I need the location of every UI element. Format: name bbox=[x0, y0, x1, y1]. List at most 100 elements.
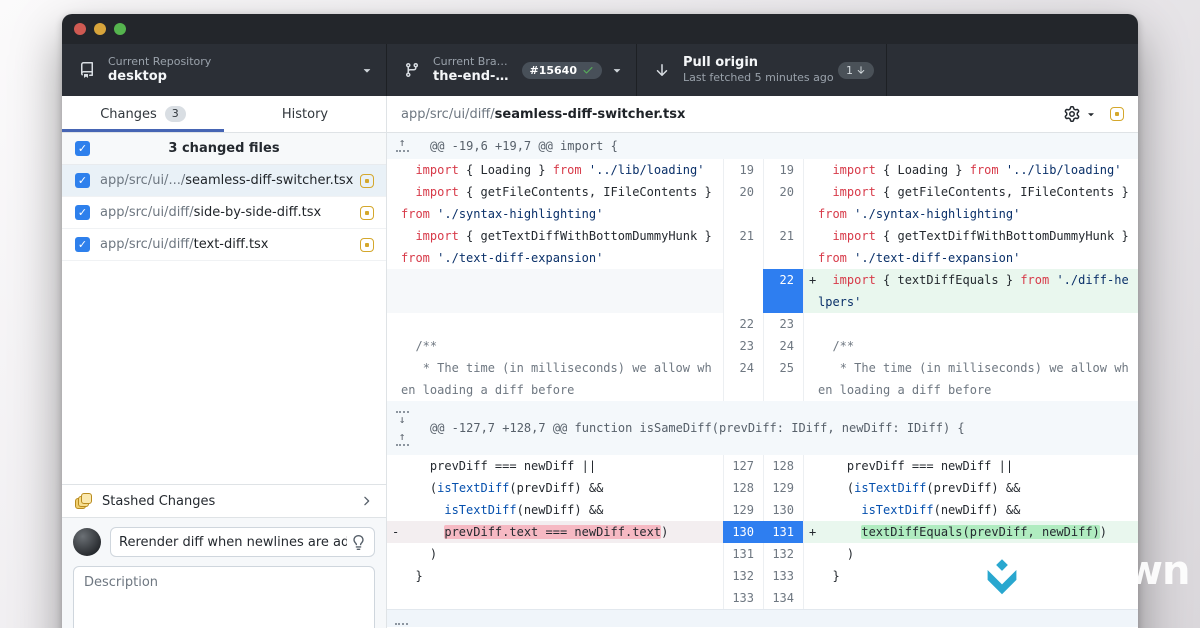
tab-changes[interactable]: Changes 3 bbox=[62, 96, 224, 132]
line-number-old[interactable]: 129 bbox=[723, 499, 763, 521]
pull-origin-button[interactable]: Pull origin Last fetched 5 minutes ago 1 bbox=[637, 44, 887, 96]
diff-marker-right bbox=[804, 159, 818, 181]
tab-history[interactable]: History bbox=[224, 96, 386, 132]
diff-row: import { getFileContents, IFileContents … bbox=[387, 181, 1138, 225]
minimize-window-button[interactable] bbox=[94, 23, 106, 35]
arrow-up-icon: ↑ bbox=[399, 138, 406, 148]
diff-marker-left bbox=[387, 159, 401, 181]
diff-line-left: ) bbox=[387, 543, 723, 565]
current-repository-button[interactable]: Current Repository desktop bbox=[62, 44, 387, 96]
file-name: text-diff.tsx bbox=[194, 237, 269, 252]
maximize-window-button[interactable] bbox=[114, 23, 126, 35]
line-number-new[interactable]: 24 bbox=[763, 335, 803, 357]
file-row[interactable]: ✓ app/src/ui/diff/side-by-side-diff.tsx bbox=[62, 197, 386, 229]
repo-icon bbox=[79, 62, 95, 78]
titlebar bbox=[62, 14, 1138, 44]
diff-expander-row[interactable] bbox=[387, 609, 1138, 627]
line-number-old[interactable]: 127 bbox=[723, 455, 763, 477]
file-path-prefix: app/src/ui/.../ bbox=[100, 173, 185, 188]
diff-row: import { getTextDiffWithBottomDummyHunk … bbox=[387, 225, 1138, 269]
diff-line-right: * The time (in milliseconds) we allow wh… bbox=[803, 357, 1138, 401]
expand-up-button[interactable]: ↑ bbox=[396, 432, 409, 448]
code-text bbox=[401, 269, 717, 313]
line-number-old[interactable]: 128 bbox=[723, 477, 763, 499]
diff-options-button[interactable] bbox=[1064, 106, 1097, 122]
code-text: prevDiff.text === newDiff.text) bbox=[401, 521, 717, 543]
code-text: /** bbox=[818, 335, 1134, 357]
file-checkbox[interactable]: ✓ bbox=[75, 173, 90, 188]
branch-name: the-end-of… bbox=[433, 69, 514, 85]
code-text: import { getTextDiffWithBottomDummyHunk … bbox=[818, 225, 1134, 269]
diff-marker-right bbox=[804, 225, 818, 269]
line-number-old[interactable]: 19 bbox=[723, 159, 763, 181]
close-window-button[interactable] bbox=[74, 23, 86, 35]
line-number-old[interactable]: 131 bbox=[723, 543, 763, 565]
diff-line-right: isTextDiff(newDiff) && bbox=[803, 499, 1138, 521]
line-number-old[interactable]: 22 bbox=[723, 313, 763, 335]
diff-marker-right: + bbox=[804, 269, 818, 313]
diff-marker-right bbox=[804, 335, 818, 357]
line-number-old[interactable]: 21 bbox=[723, 225, 763, 269]
line-number-new[interactable]: 132 bbox=[763, 543, 803, 565]
line-number-old[interactable]: 24 bbox=[723, 357, 763, 401]
modified-file-icon bbox=[360, 238, 374, 252]
code-text: ) bbox=[818, 543, 1134, 565]
diff-row: prevDiff === newDiff ||127128 prevDiff =… bbox=[387, 455, 1138, 477]
line-number-new[interactable]: 130 bbox=[763, 499, 803, 521]
file-row[interactable]: ✓ app/src/ui/.../seamless-diff-switcher.t… bbox=[62, 165, 386, 197]
sidebar-spacer bbox=[62, 261, 386, 484]
line-number-new[interactable]: 128 bbox=[763, 455, 803, 477]
diff-line-right bbox=[803, 313, 1138, 335]
commit-description-input[interactable] bbox=[73, 566, 375, 628]
line-number-new[interactable]: 129 bbox=[763, 477, 803, 499]
diff-line-left: isTextDiff(newDiff) && bbox=[387, 499, 723, 521]
line-number-old[interactable]: 133 bbox=[723, 587, 763, 609]
file-checkbox[interactable]: ✓ bbox=[75, 205, 90, 220]
file-path: app/src/ui/diff/side-by-side-diff.tsx bbox=[100, 205, 360, 220]
line-number-new[interactable]: 19 bbox=[763, 159, 803, 181]
file-path: app/src/ui/.../seamless-diff-switcher.ts… bbox=[100, 173, 360, 188]
line-number-new[interactable]: 133 bbox=[763, 565, 803, 587]
chevron-right-icon bbox=[359, 494, 373, 508]
stashed-changes-row[interactable]: Stashed Changes bbox=[62, 484, 386, 518]
select-all-checkbox[interactable]: ✓ bbox=[75, 141, 90, 156]
arrow-down-icon: ↓ bbox=[399, 415, 406, 425]
line-number-old[interactable]: 132 bbox=[723, 565, 763, 587]
diff-line-left bbox=[387, 269, 723, 313]
line-number-new[interactable]: 20 bbox=[763, 181, 803, 225]
lightbulb-icon[interactable] bbox=[351, 535, 366, 550]
line-number-new[interactable]: 23 bbox=[763, 313, 803, 335]
file-row[interactable]: ✓ app/src/ui/diff/text-diff.tsx bbox=[62, 229, 386, 261]
pull-request-badge: #15640 bbox=[522, 62, 603, 79]
hunk-header: ↓ ↑ @@ -127,7 +128,7 @@ function isSameDif… bbox=[387, 401, 1138, 455]
file-checkbox[interactable]: ✓ bbox=[75, 237, 90, 252]
file-path: app/src/ui/diff/text-diff.tsx bbox=[100, 237, 360, 252]
code-text: } bbox=[401, 565, 717, 587]
code-text: * The time (in milliseconds) we allow wh… bbox=[401, 357, 717, 401]
line-number-old[interactable] bbox=[723, 269, 763, 313]
line-number-new[interactable]: 25 bbox=[763, 357, 803, 401]
diff-line-left: import { Loading } from '../lib/loading' bbox=[387, 159, 723, 181]
watermark-logo bbox=[984, 558, 1020, 600]
diff-line-right: /** bbox=[803, 335, 1138, 357]
diff-marker-left bbox=[387, 565, 401, 587]
line-number-old[interactable]: 20 bbox=[723, 181, 763, 225]
line-number-new[interactable]: 21 bbox=[763, 225, 803, 269]
current-branch-button[interactable]: Current Bra… the-end-of… #15640 bbox=[387, 44, 637, 96]
line-number-new[interactable]: 134 bbox=[763, 587, 803, 609]
line-number-new[interactable]: 131 bbox=[763, 521, 803, 543]
hunk-header-text: @@ -127,7 +128,7 @@ function isSameDiff(… bbox=[430, 421, 965, 435]
commit-form bbox=[62, 518, 386, 628]
expand-down-button[interactable]: ↓ bbox=[396, 409, 409, 425]
line-number-old[interactable]: 23 bbox=[723, 335, 763, 357]
file-path-prefix: app/src/ui/diff/ bbox=[100, 237, 194, 252]
code-text: * The time (in milliseconds) we allow wh… bbox=[818, 357, 1134, 401]
diff-path-prefix: app/src/ui/diff/ bbox=[401, 107, 495, 122]
commit-summary-shell bbox=[110, 527, 375, 557]
commit-summary-input[interactable] bbox=[119, 535, 347, 550]
diff-line-left: import { getTextDiffWithBottomDummyHunk … bbox=[387, 225, 723, 269]
diff-row: }132133 } bbox=[387, 565, 1138, 587]
expand-up-button[interactable]: ↑ bbox=[396, 138, 409, 154]
line-number-new[interactable]: 22 bbox=[763, 269, 803, 313]
line-number-old[interactable]: 130 bbox=[723, 521, 763, 543]
